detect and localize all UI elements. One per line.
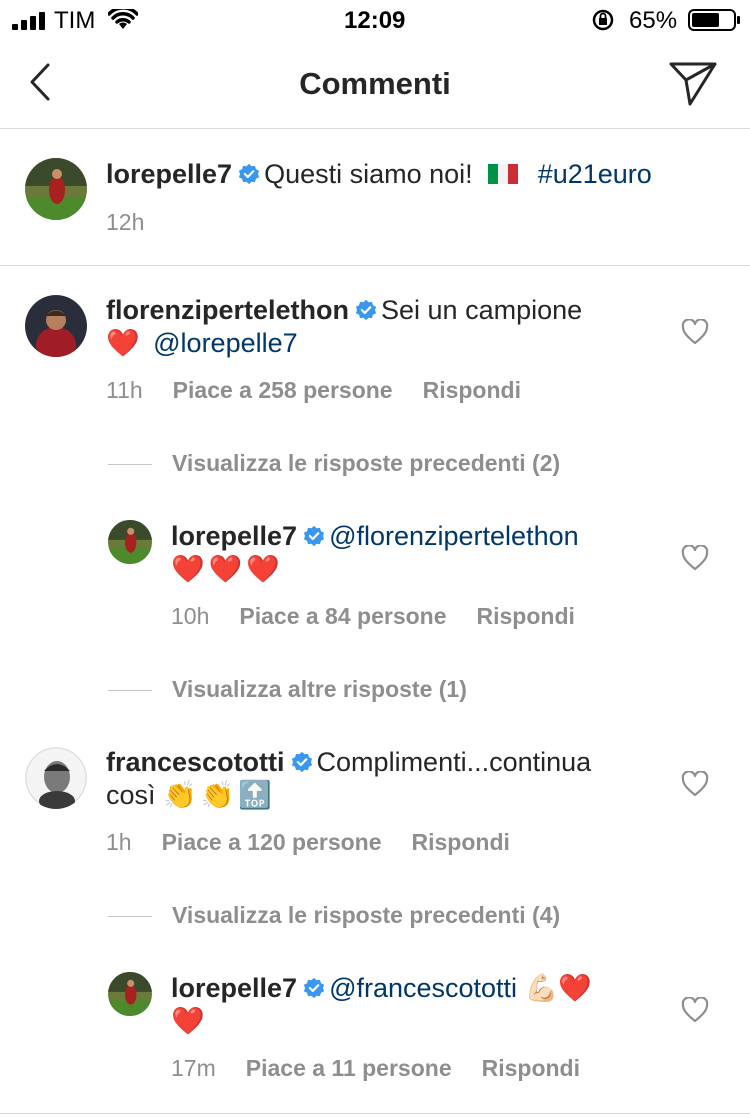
avatar[interactable] [25,747,87,809]
username[interactable]: lorepelle7 [106,159,232,189]
avatar-photo [25,747,87,809]
avatar[interactable] [108,972,152,1016]
username[interactable]: lorepelle7 [171,973,297,1003]
flag-shape [488,164,519,184]
replies-line [108,690,152,692]
avatar[interactable] [25,295,87,357]
hearts-emoji: ❤️❤️❤️ [171,554,284,585]
comment-body: Complimenti...continua [316,747,592,777]
page-title: Commenti [299,66,451,101]
likes-count[interactable]: Piace a 11 persone [246,1055,452,1081]
comment-time: 11h [106,377,143,403]
username[interactable]: francescototti [106,747,285,777]
avatar-photo [108,972,152,1016]
avatar[interactable] [108,520,152,564]
replies-line [108,916,152,918]
navigation-bar: Commenti [0,40,750,129]
caption-time: 12h [106,209,174,236]
username[interactable]: florenzipertelethon [106,295,349,325]
reply-time: 17m [171,1055,216,1081]
comment-body-2: così [106,780,156,810]
reply-meta: 10h Piace a 84 persone Rispondi [171,603,605,630]
view-replies-button[interactable]: Visualizza le risposte precedenti (2) [108,450,560,477]
reply-button[interactable]: Rispondi [423,377,521,403]
verified-badge-icon [291,751,312,773]
comment-meta: 11h Piace a 258 persone Rispondi [106,377,551,404]
reply-text: lorepelle7 @francescototti 💪🏻❤️ ❤️ [171,972,671,1038]
heart-emoji: ❤️ [106,328,140,359]
mention-link[interactable]: @lorepelle7 [153,328,298,358]
reply-button[interactable]: Rispondi [482,1055,580,1081]
hashtag-link[interactable]: #u21euro [538,159,652,189]
mention-link[interactable]: @florenzipertelethon [329,521,579,551]
reply-button[interactable]: Rispondi [477,603,575,629]
avatar-photo [25,295,87,357]
likes-count[interactable]: Piace a 258 persone [173,377,393,403]
battery-icon [688,9,740,31]
caption-text: lorepelle7Questi siamo noi! 🇮🇹 #u21euro [106,158,706,191]
comment-text: francescototti Complimenti...continua cos… [106,746,666,812]
heart-emoji: ❤️ [171,1006,205,1037]
verified-badge-icon [303,525,325,547]
share-direct-icon[interactable] [668,60,718,106]
caption-body: Questi siamo noi! [264,159,473,189]
likes-count[interactable]: Piace a 120 persone [162,829,382,855]
caption-timestamp: 12h [106,209,145,235]
reply-time: 10h [171,603,210,629]
username[interactable]: lorepelle7 [171,521,297,551]
status-bar: TIM 12:09 65% [0,0,750,40]
view-replies-label: Visualizza le risposte precedenti (2) [172,450,561,476]
reply-meta: 17m Piace a 11 persone Rispondi [171,1055,610,1082]
view-replies-label: Visualizza le risposte precedenti (4) [172,902,561,928]
comment-text: florenzipertelethon Sei un campione ❤️ @l… [106,294,666,360]
view-more-replies-button[interactable]: Visualizza altre risposte (1) [108,676,467,703]
view-replies-button[interactable]: Visualizza le risposte precedenti (4) [108,902,560,929]
verified-badge-icon [355,299,377,321]
likes-count[interactable]: Piace a 84 persone [239,603,446,629]
clock: 12:09 [344,7,406,34]
like-heart-icon[interactable] [681,771,709,797]
divider [0,265,750,266]
carrier-label: TIM [54,7,96,34]
view-replies-label: Visualizza altre risposte (1) [172,676,467,702]
avatar-photo [25,158,87,220]
signal-icon [12,12,45,30]
comment-body: Sei un campione [381,295,583,325]
like-heart-icon[interactable] [681,545,709,571]
avatar[interactable] [25,158,87,220]
rotation-lock-icon [592,9,614,31]
like-heart-icon[interactable] [681,319,709,345]
wifi-icon [108,9,138,29]
comment-meta: 1h Piace a 120 persone Rispondi [106,829,540,856]
italy-flag-icon [488,159,519,184]
muscle-heart-emoji: 💪🏻❤️ [524,973,592,1004]
reply-text: lorepelle7 @florenzipertelethon ❤️❤️❤️ [171,520,671,586]
battery-percent: 65% [629,7,678,34]
verified-badge-icon [238,163,260,185]
mention-link[interactable]: @francescototti [329,973,517,1003]
clap-emoji: 👏👏🔝 [163,780,276,811]
divider [0,1113,750,1114]
comment-time: 1h [106,829,132,855]
verified-badge-icon [303,977,325,999]
avatar-photo [108,520,152,564]
replies-line [108,464,152,466]
reply-button[interactable]: Rispondi [412,829,510,855]
like-heart-icon[interactable] [681,997,709,1023]
